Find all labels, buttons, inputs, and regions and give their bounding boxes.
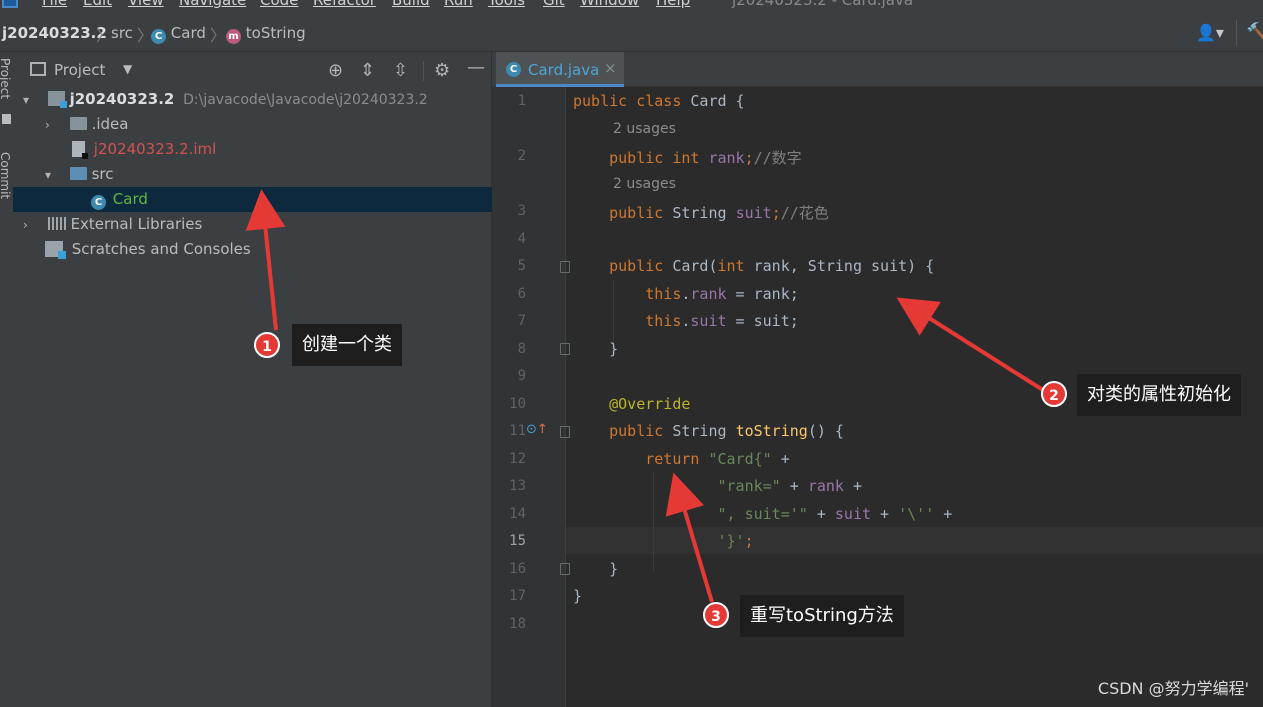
annotation-badge-3: 3 — [703, 602, 729, 628]
arrow-to-constructor — [896, 297, 1045, 392]
watermark: CSDN @努力学编程' — [1097, 679, 1249, 698]
annotation-arrows — [245, 189, 1045, 603]
annotation-callout-3: 重写toString方法 — [740, 595, 904, 637]
arrow-to-card-class — [245, 189, 286, 331]
annotation-callout-1: 创建一个类 — [292, 324, 402, 366]
annotation-badge-2: 2 — [1041, 381, 1067, 407]
annotation-callout-2: 对类的属性初始化 — [1077, 374, 1241, 416]
annotation-badge-1: 1 — [254, 332, 280, 358]
arrow-to-tostring — [665, 472, 714, 603]
